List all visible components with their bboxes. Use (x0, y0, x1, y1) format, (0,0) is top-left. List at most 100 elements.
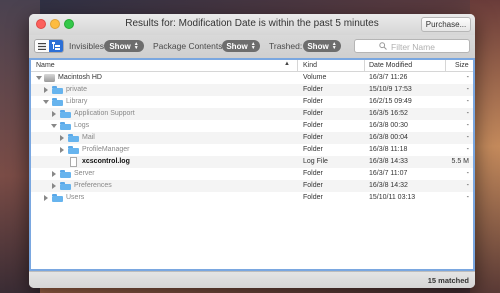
row-date: 16/3/8 00:30 (369, 122, 408, 129)
row-kind: Folder (303, 122, 323, 129)
disclosure-triangle-collapsed-icon[interactable] (60, 135, 64, 141)
sort-ascending-icon: ▲ (284, 61, 290, 67)
row-name: Users (66, 194, 85, 201)
table-row[interactable]: Server Folder 16/3/7 11:07 - (31, 168, 473, 180)
row-size: - (466, 170, 469, 177)
row-kind: Folder (303, 86, 323, 93)
close-button[interactable] (36, 19, 46, 29)
disclosure-triangle-collapsed-icon[interactable] (44, 195, 48, 201)
list-icon (38, 42, 46, 50)
table-row[interactable]: Application Support Folder 16/3/5 16:52 … (31, 108, 473, 120)
window-title: Results for: Modification Date is within… (125, 18, 379, 29)
folder-icon (68, 134, 79, 142)
row-name: ProfileManager (82, 146, 130, 153)
column-divider[interactable] (364, 60, 365, 71)
row-kind: Folder (303, 110, 323, 117)
row-kind: Folder (303, 98, 323, 105)
row-name: Library (66, 98, 88, 105)
disclosure-triangle-expanded-icon[interactable] (36, 76, 42, 80)
row-date: 16/3/8 11:18 (369, 146, 408, 153)
row-name: private (66, 86, 88, 93)
results-outline-view: Name ▲ Kind Date Modified Size Macintosh… (29, 58, 475, 271)
folder-icon (60, 170, 71, 178)
search-icon (379, 42, 387, 50)
row-name: Server (74, 170, 95, 177)
hierarchy-view-button[interactable] (49, 40, 63, 52)
match-count: 15 matched (427, 276, 469, 285)
find-any-file-window: Results for: Modification Date is within… (29, 14, 475, 288)
hierarchy-icon (52, 42, 60, 50)
invisibles-value: Show (109, 41, 131, 51)
trashed-popup[interactable]: Show ▲ ▼ (303, 40, 341, 52)
table-row[interactable]: Preferences Folder 16/3/8 14:32 - (31, 180, 473, 192)
search-placeholder: Filter Name (391, 41, 435, 52)
trashed-label: Trashed: (269, 41, 303, 51)
disclosure-triangle-collapsed-icon[interactable] (52, 111, 56, 117)
row-date: 16/3/8 00:04 (369, 134, 408, 141)
row-kind: Folder (303, 170, 323, 177)
row-size: - (466, 134, 469, 141)
row-kind: Folder (303, 134, 323, 141)
package-contents-popup[interactable]: Show ▲ ▼ (222, 40, 260, 52)
row-date: 15/10/9 17:53 (369, 86, 412, 93)
row-date: 16/3/8 14:32 (369, 182, 408, 189)
disclosure-triangle-collapsed-icon[interactable] (60, 147, 64, 153)
folder-icon (60, 122, 71, 130)
title-bar[interactable]: Results for: Modification Date is within… (29, 14, 475, 35)
row-kind: Folder (303, 146, 323, 153)
row-size: - (466, 122, 469, 129)
row-size: - (466, 194, 469, 201)
row-name: Mail (82, 134, 95, 141)
row-name: Macintosh HD (58, 74, 102, 81)
row-date: 16/3/7 11:26 (369, 74, 408, 81)
table-row[interactable]: Mail Folder 16/3/8 00:04 - (31, 132, 473, 144)
column-header-date-modified[interactable]: Date Modified (369, 62, 412, 69)
popup-stepper-icon: ▲ ▼ (133, 41, 139, 51)
table-row[interactable]: xcscontrol.log Log File 16/3/8 14:33 5.5… (31, 156, 473, 168)
list-view-button[interactable] (35, 40, 49, 52)
column-header-row: Name ▲ Kind Date Modified Size (31, 60, 473, 72)
popup-stepper-icon: ▲ ▼ (331, 41, 337, 51)
trashed-value: Show (307, 41, 329, 51)
column-header-kind[interactable]: Kind (303, 62, 317, 69)
disclosure-triangle-collapsed-icon[interactable] (44, 87, 48, 93)
view-mode-segmented-control (34, 39, 64, 53)
table-row[interactable]: private Folder 15/10/9 17:53 - (31, 84, 473, 96)
disclosure-triangle-expanded-icon[interactable] (43, 100, 49, 104)
folder-icon (68, 146, 79, 154)
hard-disk-icon (44, 74, 55, 82)
row-date: 16/2/15 09:49 (369, 98, 412, 105)
row-kind: Volume (303, 74, 327, 81)
purchase-button[interactable]: Purchase... (421, 17, 471, 32)
row-size: 5.5 M (451, 158, 469, 165)
table-row[interactable]: Users Folder 15/10/11 03:13 - (31, 192, 473, 204)
zoom-button[interactable] (64, 19, 74, 29)
column-header-size[interactable]: Size (455, 62, 469, 69)
column-header-name[interactable]: Name (36, 62, 55, 69)
minimize-button[interactable] (50, 19, 60, 29)
filter-name-search-field[interactable]: Filter Name (354, 39, 470, 53)
column-divider[interactable] (297, 60, 298, 71)
invisibles-popup[interactable]: Show ▲ ▼ (104, 40, 144, 52)
table-row[interactable]: Logs Folder 16/3/8 00:30 - (31, 120, 473, 132)
row-size: - (466, 86, 469, 93)
table-row[interactable]: Library Folder 16/2/15 09:49 - (31, 96, 473, 108)
row-date: 15/10/11 03:13 (369, 194, 416, 201)
disclosure-triangle-collapsed-icon[interactable] (52, 171, 56, 177)
table-row[interactable]: ProfileManager Folder 16/3/8 11:18 - (31, 144, 473, 156)
table-row[interactable]: Macintosh HD Volume 16/3/7 11:26 - (31, 72, 473, 84)
log-file-icon (70, 157, 77, 167)
column-divider[interactable] (445, 60, 446, 71)
row-name: Application Support (74, 110, 135, 117)
disclosure-triangle-collapsed-icon[interactable] (52, 183, 56, 189)
row-size: - (466, 182, 469, 189)
row-name: Logs (74, 122, 90, 129)
row-date: 16/3/7 11:07 (369, 170, 408, 177)
row-size: - (466, 110, 469, 117)
folder-icon (60, 110, 71, 118)
package-contents-value: Show (226, 41, 248, 51)
popup-stepper-icon: ▲ ▼ (250, 41, 256, 51)
users-folder-icon (52, 194, 63, 202)
invisibles-label: Invisibles: (69, 41, 107, 51)
disclosure-triangle-expanded-icon[interactable] (51, 124, 57, 128)
